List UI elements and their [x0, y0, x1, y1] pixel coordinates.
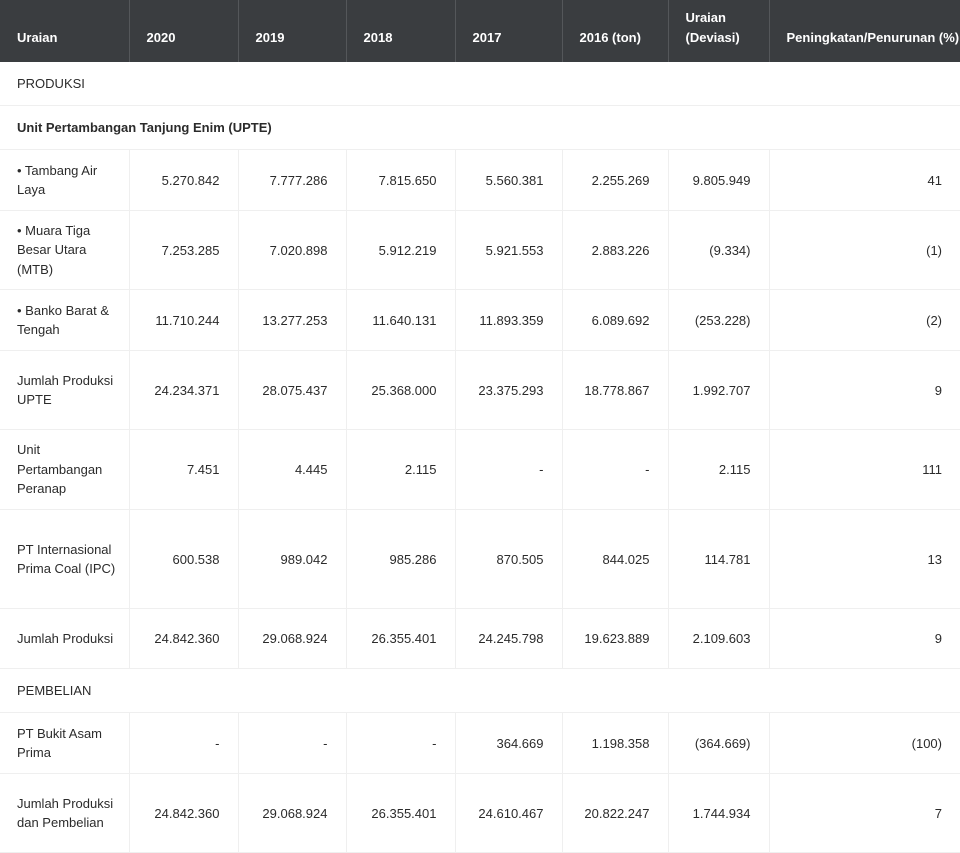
header-2019: 2019: [238, 0, 347, 62]
cell-2017: 23.375.293: [455, 350, 563, 430]
cell-2019: 7.020.898: [238, 210, 347, 290]
cell-deviasi: 2.109.603: [668, 608, 770, 669]
section-title: Unit Pertambangan Tanjung Enim (UPTE): [0, 105, 960, 150]
cell-2018: 26.355.401: [346, 773, 456, 853]
cell-2017: 24.245.798: [455, 608, 563, 669]
cell-2018: 2.115: [346, 429, 456, 510]
row-label: • Tambang Air Laya: [0, 149, 130, 211]
cell-2020: 24.842.360: [129, 773, 239, 853]
cell-2020: 11.710.244: [129, 289, 239, 351]
row-label: PT Bukit Asam Prima: [0, 712, 130, 774]
cell-percent: 9: [769, 350, 960, 430]
cell-2019: 4.445: [238, 429, 347, 510]
table-row: Unit Pertambangan Peranap 7.451 4.445 2.…: [0, 429, 960, 510]
cell-2020: 600.538: [129, 509, 239, 609]
cell-percent: (2): [769, 289, 960, 351]
cell-percent: (1): [769, 210, 960, 290]
cell-2019: -: [238, 712, 347, 774]
header-uraian: Uraian: [0, 0, 130, 62]
cell-2019: 13.277.253: [238, 289, 347, 351]
section-row: Unit Pertambangan Tanjung Enim (UPTE): [0, 105, 960, 150]
cell-2018: 5.912.219: [346, 210, 456, 290]
cell-2020: 7.253.285: [129, 210, 239, 290]
cell-2019: 29.068.924: [238, 773, 347, 853]
cell-2019: 7.777.286: [238, 149, 347, 211]
cell-deviasi: (364.669): [668, 712, 770, 774]
row-label: Jumlah Produksi UPTE: [0, 350, 130, 430]
cell-2016: 1.198.358: [562, 712, 669, 774]
cell-2017: 11.893.359: [455, 289, 563, 351]
cell-2017: 5.921.553: [455, 210, 563, 290]
cell-deviasi: 2.115: [668, 429, 770, 510]
cell-deviasi: 114.781: [668, 509, 770, 609]
table-row: • Muara Tiga Besar Utara (MTB) 7.253.285…: [0, 210, 960, 290]
cell-percent: 111: [769, 429, 960, 510]
cell-2016: 20.822.247: [562, 773, 669, 853]
coal-production-table: Uraian 2020 2019 2018 2017 2016 (ton) Ur…: [0, 0, 960, 853]
cell-2016: 844.025: [562, 509, 669, 609]
row-label: PT Internasional Prima Coal (IPC): [0, 509, 130, 609]
table-row: • Banko Barat & Tengah 11.710.244 13.277…: [0, 289, 960, 351]
section-row: PRODUKSI: [0, 62, 960, 106]
table-row: Jumlah Produksi 24.842.360 29.068.924 26…: [0, 608, 960, 669]
cell-2018: 26.355.401: [346, 608, 456, 669]
cell-percent: 9: [769, 608, 960, 669]
cell-2019: 29.068.924: [238, 608, 347, 669]
table-row: • Tambang Air Laya 5.270.842 7.777.286 7…: [0, 149, 960, 211]
cell-2017: -: [455, 429, 563, 510]
table-row: Jumlah Produksi dan Pembelian 24.842.360…: [0, 773, 960, 853]
row-label: Jumlah Produksi: [0, 608, 130, 669]
cell-2020: 5.270.842: [129, 149, 239, 211]
cell-2016: 2.883.226: [562, 210, 669, 290]
cell-2018: -: [346, 712, 456, 774]
cell-percent: 7: [769, 773, 960, 853]
cell-deviasi: 1.992.707: [668, 350, 770, 430]
cell-2018: 11.640.131: [346, 289, 456, 351]
row-label: • Banko Barat & Tengah: [0, 289, 130, 351]
cell-2019: 28.075.437: [238, 350, 347, 430]
cell-2017: 364.669: [455, 712, 563, 774]
cell-2017: 5.560.381: [455, 149, 563, 211]
row-label: Unit Pertambangan Peranap: [0, 429, 130, 510]
cell-2016: 19.623.889: [562, 608, 669, 669]
cell-deviasi: 1.744.934: [668, 773, 770, 853]
row-label: Jumlah Produksi dan Pembelian: [0, 773, 130, 853]
cell-2020: 24.842.360: [129, 608, 239, 669]
section-row: PEMBELIAN: [0, 668, 960, 713]
cell-2020: 24.234.371: [129, 350, 239, 430]
header-2016: 2016 (ton): [562, 0, 669, 62]
cell-2016: 18.778.867: [562, 350, 669, 430]
row-label: • Muara Tiga Besar Utara (MTB): [0, 210, 130, 290]
cell-2020: -: [129, 712, 239, 774]
cell-2020: 7.451: [129, 429, 239, 510]
cell-2018: 985.286: [346, 509, 456, 609]
cell-2017: 24.610.467: [455, 773, 563, 853]
header-deviasi: Uraian (Deviasi): [668, 0, 770, 62]
cell-percent: 41: [769, 149, 960, 211]
cell-2016: 2.255.269: [562, 149, 669, 211]
cell-2019: 989.042: [238, 509, 347, 609]
table-row: PT Bukit Asam Prima - - - 364.669 1.198.…: [0, 712, 960, 774]
cell-2018: 25.368.000: [346, 350, 456, 430]
cell-deviasi: 9.805.949: [668, 149, 770, 211]
cell-2016: 6.089.692: [562, 289, 669, 351]
cell-2018: 7.815.650: [346, 149, 456, 211]
header-2017: 2017: [455, 0, 563, 62]
cell-deviasi: (9.334): [668, 210, 770, 290]
header-2018: 2018: [346, 0, 456, 62]
table-row: PT Internasional Prima Coal (IPC) 600.53…: [0, 509, 960, 609]
cell-2016: -: [562, 429, 669, 510]
section-title: PEMBELIAN: [0, 668, 960, 713]
cell-2017: 870.505: [455, 509, 563, 609]
cell-percent: (100): [769, 712, 960, 774]
table-row: Jumlah Produksi UPTE 24.234.371 28.075.4…: [0, 350, 960, 430]
section-title: PRODUKSI: [0, 62, 960, 106]
cell-percent: 13: [769, 509, 960, 609]
header-percent: Peningkatan/Penurunan (%): [769, 0, 960, 62]
header-2020: 2020: [129, 0, 239, 62]
cell-deviasi: (253.228): [668, 289, 770, 351]
header-row: Uraian 2020 2019 2018 2017 2016 (ton) Ur…: [0, 0, 960, 62]
